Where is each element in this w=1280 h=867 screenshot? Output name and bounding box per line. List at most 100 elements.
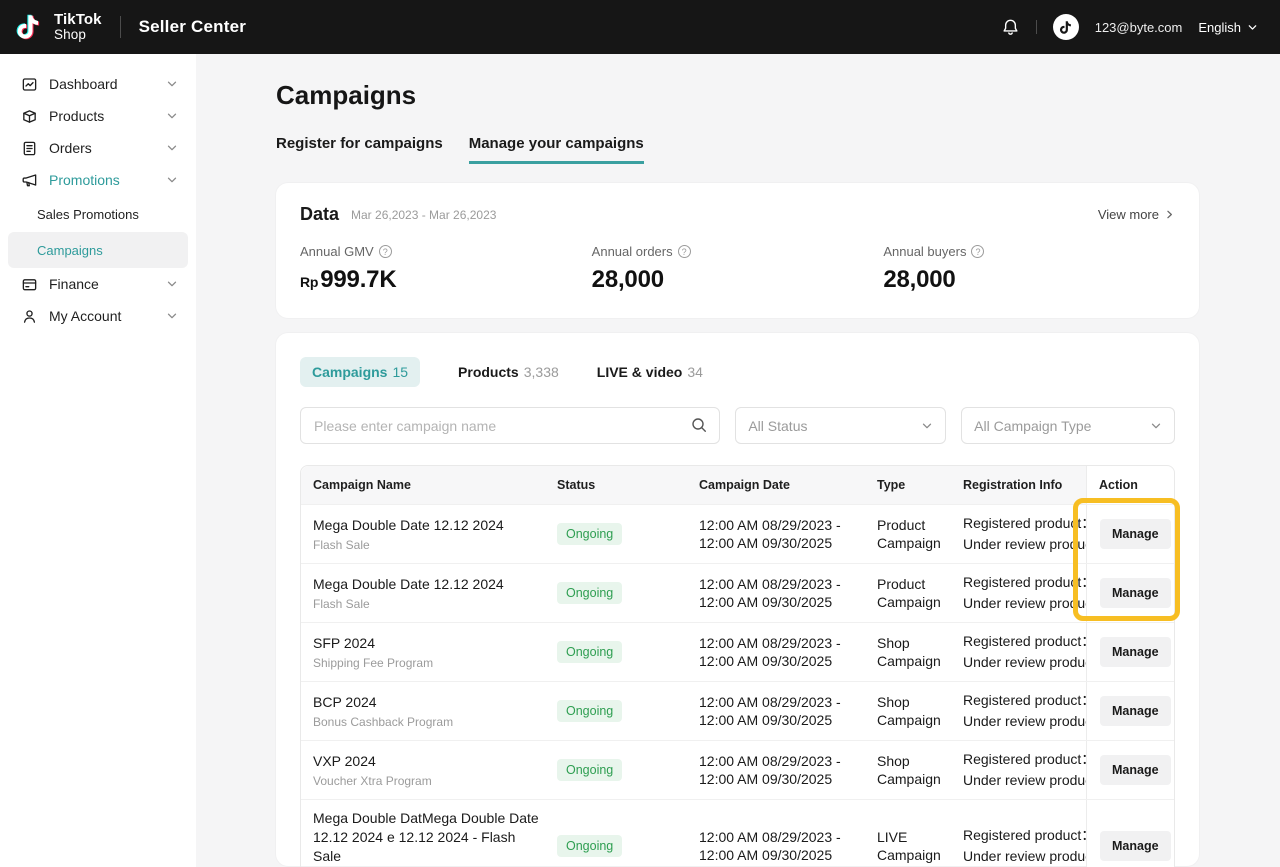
status-badge: Ongoing bbox=[557, 835, 622, 857]
column-header-action: Action bbox=[1086, 466, 1174, 504]
sidebar-item-finance[interactable]: Finance bbox=[0, 268, 196, 300]
column-header: Campaign Date bbox=[687, 478, 865, 492]
header-divider bbox=[1036, 20, 1037, 34]
data-card-title: Data bbox=[300, 204, 339, 225]
campaign-date: 12:00 AM 08/29/2023 - 12:00 AM 09/30/202… bbox=[687, 693, 865, 730]
chevron-down-icon bbox=[166, 142, 178, 154]
manage-button[interactable]: Manage bbox=[1100, 578, 1171, 608]
chevron-down-icon bbox=[166, 278, 178, 290]
sidebar-item-label: Orders bbox=[49, 140, 166, 156]
campaign-name: Mega Double DatMega Double Date 12.12 20… bbox=[313, 809, 545, 866]
registration-info: Registered product：100 Under review prod… bbox=[951, 749, 1086, 791]
metric-value: 28,000 bbox=[592, 266, 884, 294]
metric-annual-gmv: Annual GMV ? Rp999.7K bbox=[300, 244, 592, 294]
chevron-right-icon bbox=[1164, 209, 1175, 220]
campaign-type-filter-value: All Campaign Type bbox=[974, 418, 1091, 434]
date-range: Mar 26,2023 - Mar 26,2023 bbox=[351, 208, 496, 222]
sidebar-item-promotions[interactable]: Promotions bbox=[0, 164, 196, 196]
registration-info: Registered product：100 Under review prod… bbox=[951, 513, 1086, 555]
dashboard-icon bbox=[20, 75, 38, 93]
sidebar: Dashboard Products Orders Promotions Sal… bbox=[0, 54, 196, 867]
user-avatar[interactable] bbox=[1053, 14, 1079, 40]
tab-label: Campaigns bbox=[312, 364, 387, 380]
search-icon[interactable] bbox=[690, 416, 708, 434]
campaign-type: Product Campaign bbox=[865, 516, 951, 553]
chevron-down-icon bbox=[166, 174, 178, 186]
view-more-link[interactable]: View more bbox=[1098, 207, 1175, 222]
registration-info: Registered product：100 Under review prod… bbox=[951, 690, 1086, 732]
app-title: Seller Center bbox=[139, 17, 246, 37]
tab-register-for-campaigns[interactable]: Register for campaigns bbox=[276, 135, 443, 164]
sub-item-label: Sales Promotions bbox=[37, 207, 139, 222]
tab-label: Products bbox=[458, 364, 519, 380]
search-input[interactable] bbox=[300, 407, 720, 444]
tab-manage-your-campaigns[interactable]: Manage your campaigns bbox=[469, 135, 644, 164]
manage-button[interactable]: Manage bbox=[1100, 755, 1171, 785]
manage-button[interactable]: Manage bbox=[1100, 519, 1171, 549]
tiktok-avatar-icon bbox=[1058, 20, 1073, 35]
products-icon bbox=[20, 107, 38, 125]
tab-live-video[interactable]: LIVE & video 34 bbox=[597, 357, 703, 387]
tab-label: LIVE & video bbox=[597, 364, 683, 380]
help-icon[interactable]: ? bbox=[678, 245, 691, 258]
campaign-type: Product Campaign bbox=[865, 575, 951, 612]
status-badge: Ongoing bbox=[557, 582, 622, 604]
help-icon[interactable]: ? bbox=[971, 245, 984, 258]
language-selector[interactable]: English bbox=[1198, 20, 1258, 35]
campaign-subtitle: Bonus Cashback Program bbox=[313, 715, 545, 729]
manage-button[interactable]: Manage bbox=[1100, 696, 1171, 726]
view-more-label: View more bbox=[1098, 207, 1159, 222]
status-badge: Ongoing bbox=[557, 641, 622, 663]
metric-value: 28,000 bbox=[883, 266, 1175, 294]
tab-campaigns[interactable]: Campaigns 15 bbox=[300, 357, 420, 387]
metrics-row: Annual GMV ? Rp999.7K Annual orders ? 28… bbox=[300, 244, 1175, 294]
manage-button[interactable]: Manage bbox=[1100, 637, 1171, 667]
bell-icon bbox=[1001, 18, 1020, 37]
status-filter-select[interactable]: All Status bbox=[735, 407, 946, 444]
table-row: VXP 2024 Voucher Xtra Program Ongoing 12… bbox=[301, 740, 1174, 799]
sidebar-item-label: Promotions bbox=[49, 172, 166, 188]
tab-count: 3,338 bbox=[524, 364, 559, 380]
sidebar-item-dashboard[interactable]: Dashboard bbox=[0, 68, 196, 100]
metric-label: Annual buyers bbox=[883, 244, 966, 259]
campaigns-card: Campaigns 15 Products 3,338 LIVE & video… bbox=[276, 333, 1199, 866]
finance-card-icon bbox=[20, 275, 38, 293]
campaign-date: 12:00 AM 08/29/2023 - 12:00 AM 09/30/202… bbox=[687, 634, 865, 671]
notifications-button[interactable] bbox=[1001, 18, 1020, 37]
table-row: SFP 2024 Shipping Fee Program Ongoing 12… bbox=[301, 622, 1174, 681]
sidebar-item-orders[interactable]: Orders bbox=[0, 132, 196, 164]
table-row: Mega Double Date 12.12 2024 Flash Sale O… bbox=[301, 504, 1174, 563]
chevron-down-icon bbox=[1247, 22, 1258, 33]
sidebar-item-campaigns[interactable]: Campaigns bbox=[8, 232, 188, 268]
chevron-down-icon bbox=[166, 310, 178, 322]
campaign-subtitle: Shipping Fee Program bbox=[313, 656, 545, 670]
status-badge: Ongoing bbox=[557, 700, 622, 722]
entity-tabs: Campaigns 15 Products 3,338 LIVE & video… bbox=[300, 357, 1175, 387]
registration-info: Registered product：100 Under review prod… bbox=[951, 631, 1086, 673]
campaign-type: LIVE Campaign bbox=[865, 828, 951, 865]
campaign-type-filter-select[interactable]: All Campaign Type bbox=[961, 407, 1175, 444]
page-tabs: Register for campaigns Manage your campa… bbox=[276, 135, 1199, 164]
table-row: Mega Double DatMega Double Date 12.12 20… bbox=[301, 799, 1174, 867]
metric-value: Rp999.7K bbox=[300, 266, 592, 294]
manage-button[interactable]: Manage bbox=[1100, 831, 1171, 861]
sidebar-item-my-account[interactable]: My Account bbox=[0, 300, 196, 332]
tab-products[interactable]: Products 3,338 bbox=[458, 357, 559, 387]
campaign-subtitle: Flash Sale bbox=[313, 597, 545, 611]
column-header: Status bbox=[545, 478, 687, 492]
campaign-type: Shop Campaign bbox=[865, 752, 951, 789]
orders-icon bbox=[20, 139, 38, 157]
campaign-name: SFP 2024 bbox=[313, 634, 545, 653]
sidebar-item-label: Finance bbox=[49, 276, 166, 292]
sidebar-item-label: Dashboard bbox=[49, 76, 166, 92]
metric-label: Annual orders bbox=[592, 244, 673, 259]
tab-count: 15 bbox=[392, 364, 408, 380]
metric-annual-orders: Annual orders ? 28,000 bbox=[592, 244, 884, 294]
language-label: English bbox=[1198, 20, 1241, 35]
column-header: Type bbox=[865, 478, 951, 492]
table-row: Mega Double Date 12.12 2024 Flash Sale O… bbox=[301, 563, 1174, 622]
sidebar-item-products[interactable]: Products bbox=[0, 100, 196, 132]
sidebar-item-sales-promotions[interactable]: Sales Promotions bbox=[8, 196, 188, 232]
help-icon[interactable]: ? bbox=[379, 245, 392, 258]
chevron-down-icon bbox=[166, 110, 178, 122]
